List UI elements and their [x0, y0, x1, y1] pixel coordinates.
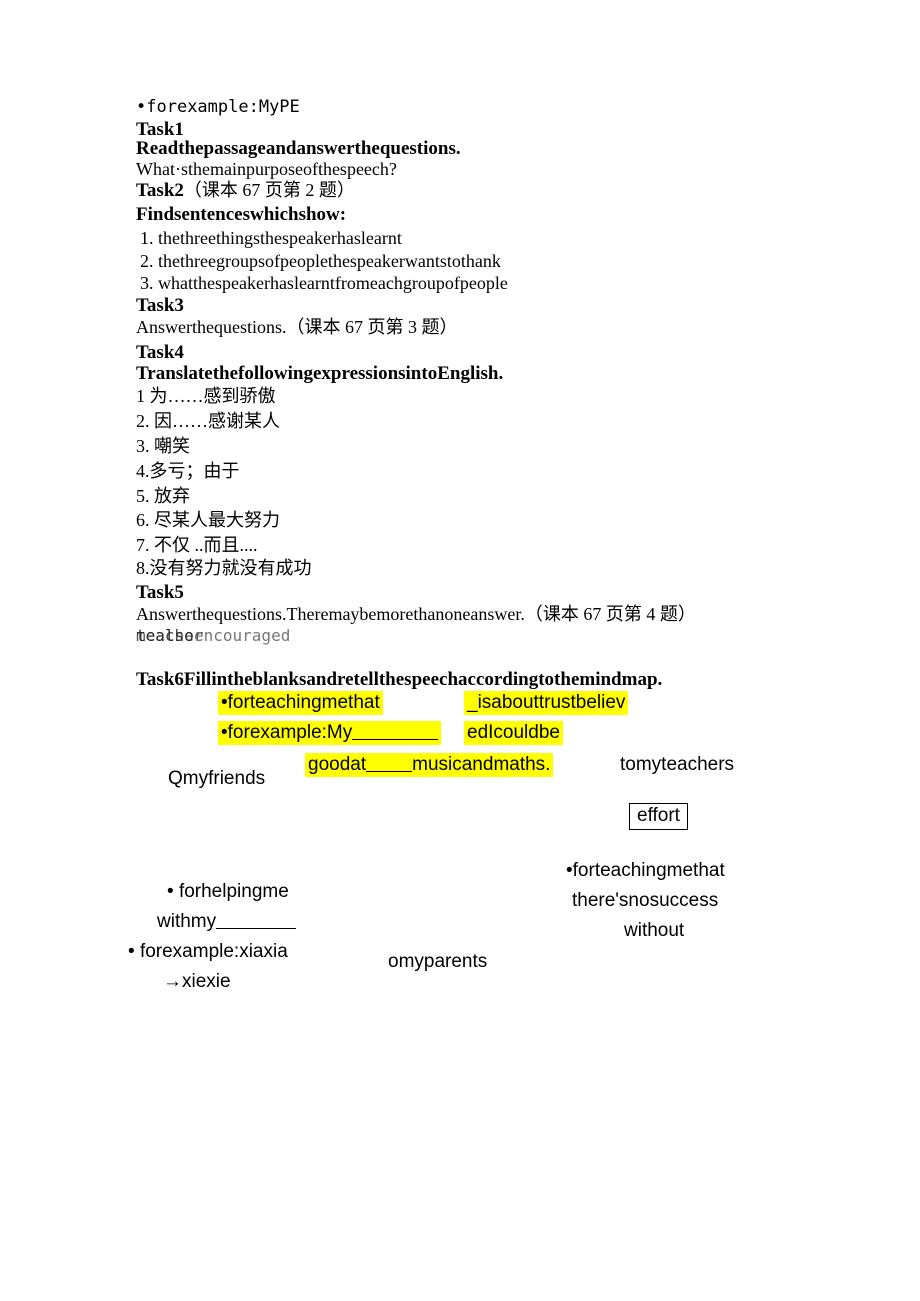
task5-heading: Task5 — [136, 582, 184, 603]
arrow-right-icon: → — [163, 971, 182, 992]
task2-source-note: （课本 67 页第 2 题） — [183, 180, 355, 200]
task4-instruction: TranslatethefollowingexpressionsintoEngl… — [136, 363, 504, 384]
mindmap-block-left-line2: •forexample:My — [218, 721, 442, 745]
mindmap-left-branch-text2: withmy — [157, 911, 217, 932]
mindmap-left-branch-text1: forhelpingme — [178, 881, 289, 902]
mindmap-left-branch-line4: →xiexie — [163, 972, 231, 991]
task6-heading: Task6Fillintheblanksandretellthespeechac… — [136, 669, 663, 690]
task4-item-4: 4.多亏；由于 — [136, 461, 240, 481]
mindmap-right-branch-line1: •forteachingmethat — [566, 860, 725, 881]
task4-item-5: 5. 放弃 — [136, 486, 190, 506]
task4-item-7: 7. 不仅 ..而且.... — [136, 535, 258, 555]
mindmap-label-my-friends: Qmyfriends — [168, 768, 266, 789]
mindmap-left-branch-line1: • forhelpingme — [167, 882, 289, 901]
artifact-layer-c: encouraged — [194, 626, 291, 645]
bullet-icon-left-branch-2: • — [128, 941, 135, 962]
task1-heading: Task1 — [136, 119, 184, 140]
mindmap-highlight-right-a: _isabouttrustbeliev — [464, 691, 629, 715]
task3-source-note: （课本 67 页第 3 题） — [286, 317, 458, 337]
task5-instruction: Answerthequestions.Theremaybemorethanone… — [136, 604, 525, 624]
task3-instruction-row: Answerthequestions.（课本 67 页第 3 题） — [136, 318, 457, 337]
fill-in-blank-withmy[interactable] — [216, 914, 297, 929]
mindmap-left-branch-text4: xiexie — [182, 971, 231, 992]
mindmap-highlight-right-b: edIcouldbe — [464, 721, 563, 745]
task4-item-6: 6. 尽某人最大努力 — [136, 510, 280, 530]
task4-item-1: 1 为……感到骄傲 — [136, 386, 276, 406]
goodat-prefix: goodat — [308, 754, 367, 775]
task4-item-3: 3. 嘲笑 — [136, 436, 190, 456]
top-example-text: forexample:MyPE — [146, 97, 300, 117]
artifact-layer-b: tealso — [136, 626, 194, 645]
bullet-icon: • — [136, 97, 147, 117]
task5-source-note: （课本 67 页第 4 题） — [524, 604, 696, 624]
top-example-line: •forexample:MyPE — [136, 99, 300, 116]
task2-heading-row: Task2（课本 67 页第 2 题） — [136, 181, 355, 200]
mindmap-highlight-left-b: •forexample:My — [218, 721, 442, 745]
mindmap-highlight-left-a: •forteachingmethat — [218, 691, 383, 715]
task5-instruction-row: Answerthequestions.Theremaybemorethanone… — [136, 605, 696, 624]
mindmap-block-goodat: goodat musicandmaths. — [305, 753, 554, 777]
mindmap-left-branch-line2: withmy — [157, 911, 297, 932]
task3-instruction: Answerthequestions. — [136, 317, 287, 337]
mindmap-block-right-line1: _isabouttrustbeliev — [464, 691, 629, 715]
mindmap-highlight-goodat: goodat musicandmaths. — [305, 753, 554, 777]
task2-instruction: Findsentenceswhichshow: — [136, 204, 347, 225]
mindmap-left-branch-text3: forexample:xiaxia — [139, 941, 288, 962]
task4-heading: Task4 — [136, 342, 184, 363]
mindmap-block-right-line2: edIcouldbe — [464, 721, 563, 745]
task2-heading: Task2 — [136, 180, 184, 201]
mindmap-right-branch-line3: without — [624, 920, 685, 941]
goodat-suffix: musicandmaths. — [412, 754, 551, 775]
mindmap-block-left-line1: •forteachingmethat — [218, 691, 383, 715]
task4-item-8: 8.没有努力就没有成功 — [136, 558, 312, 578]
task2-item-3: 3. whatthespeakerhaslearntfromeachgroupo… — [140, 273, 508, 293]
mindmap-left-branch-line3: • forexample:xiaxia — [128, 942, 288, 961]
task1-instruction: Readthepassageandanswerthequestions. — [136, 138, 461, 159]
mindmap-right-branch-line2: there'snosuccess — [572, 890, 719, 911]
fill-in-blank-left[interactable] — [352, 725, 439, 740]
task4-item-2: 2. 因……感谢某人 — [136, 411, 280, 431]
mindmap-label-to-my-teachers: tomyteachers — [620, 754, 735, 775]
mindmap-left-text: •forexample:My — [221, 722, 353, 743]
mindmap-effort-box: effort — [629, 803, 688, 830]
mindmap-effort-box-wrap: effort — [629, 803, 688, 830]
task3-heading: Task3 — [136, 295, 184, 316]
task2-item-2: 2. thethreegroupsofpeoplethespeakerwants… — [140, 251, 501, 271]
task2-item-1: 1. thethreethingsthespeakerhaslearnt — [140, 228, 402, 248]
bullet-icon-left-branch: • — [167, 881, 174, 902]
fill-in-blank-goodat[interactable] — [366, 757, 413, 772]
task1-question: What·sthemainpurposeofthespeech? — [136, 159, 397, 179]
mindmap-label-my-parents: omyparents — [388, 951, 488, 972]
worksheet-page: •forexample:MyPE Task1 Readthepassageand… — [0, 0, 920, 1301]
